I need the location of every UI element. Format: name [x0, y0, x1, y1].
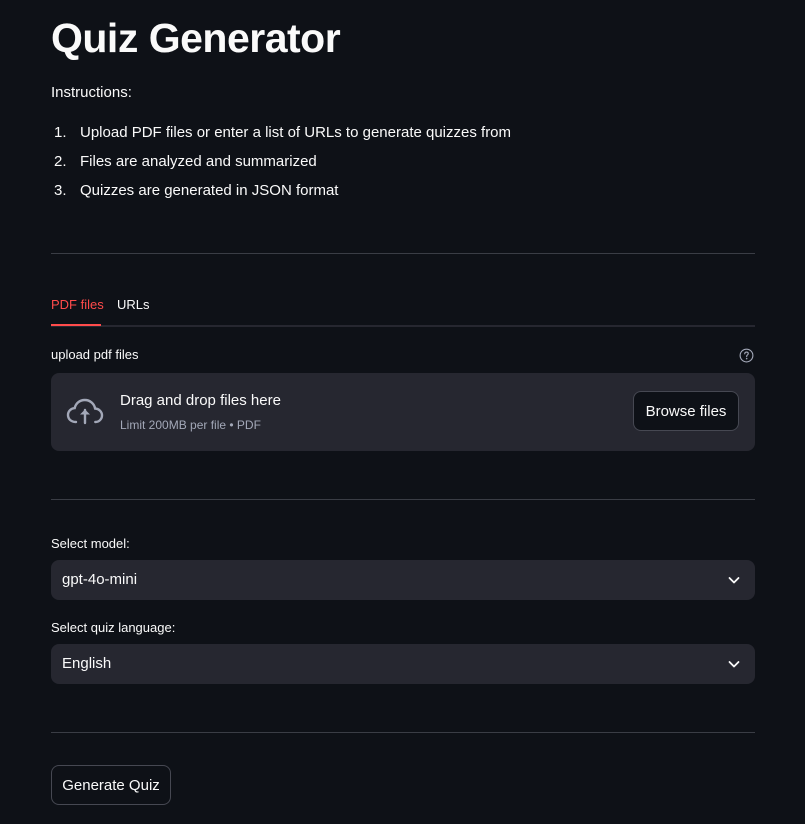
chevron-down-icon — [727, 657, 741, 671]
list-item-text: Quizzes are generated in JSON format — [80, 182, 339, 199]
model-select-value: gpt-4o-mini — [62, 571, 138, 588]
dropzone-title: Drag and drop files here — [120, 392, 281, 409]
language-select[interactable]: English — [51, 644, 755, 684]
section-divider — [51, 253, 755, 254]
list-item: 1. Upload PDF files or enter a list of U… — [51, 123, 511, 152]
list-item-text: Files are analyzed and summarized — [80, 153, 317, 170]
model-select-label: Select model: — [51, 536, 130, 551]
section-divider — [51, 732, 755, 733]
upload-label: upload pdf files — [51, 347, 139, 362]
list-item: 2. Files are analyzed and summarized — [51, 152, 511, 181]
list-item-number: 1. — [54, 124, 67, 141]
chevron-down-icon — [727, 573, 741, 587]
page-title: Quiz Generator — [51, 15, 341, 61]
file-dropzone[interactable]: Drag and drop files here Limit 200MB per… — [51, 373, 755, 451]
tab-urls[interactable]: URLs — [117, 297, 150, 313]
instructions-label: Instructions: — [51, 84, 132, 101]
active-tab-indicator — [51, 324, 101, 326]
language-select-label: Select quiz language: — [51, 620, 176, 635]
dropzone-subtitle: Limit 200MB per file • PDF — [120, 418, 261, 432]
generate-quiz-button[interactable]: Generate Quiz — [51, 765, 171, 805]
browse-files-button[interactable]: Browse files — [633, 391, 739, 431]
tab-bar: PDF files URLs — [51, 288, 755, 327]
tab-pdf-files[interactable]: PDF files — [51, 297, 104, 313]
list-item-number: 3. — [54, 182, 67, 199]
app-page: Quiz Generator Instructions: 1. Upload P… — [0, 0, 805, 824]
cloud-upload-icon — [66, 397, 104, 427]
section-divider — [51, 499, 755, 500]
model-select[interactable]: gpt-4o-mini — [51, 560, 755, 600]
list-item-text: Upload PDF files or enter a list of URLs… — [80, 124, 512, 141]
language-select-value: English — [62, 655, 112, 672]
list-item: 3. Quizzes are generated in JSON format — [51, 181, 511, 210]
list-item-number: 2. — [54, 153, 67, 170]
question-circle-icon[interactable] — [739, 348, 754, 363]
instructions-list: 1. Upload PDF files or enter a list of U… — [51, 123, 511, 210]
